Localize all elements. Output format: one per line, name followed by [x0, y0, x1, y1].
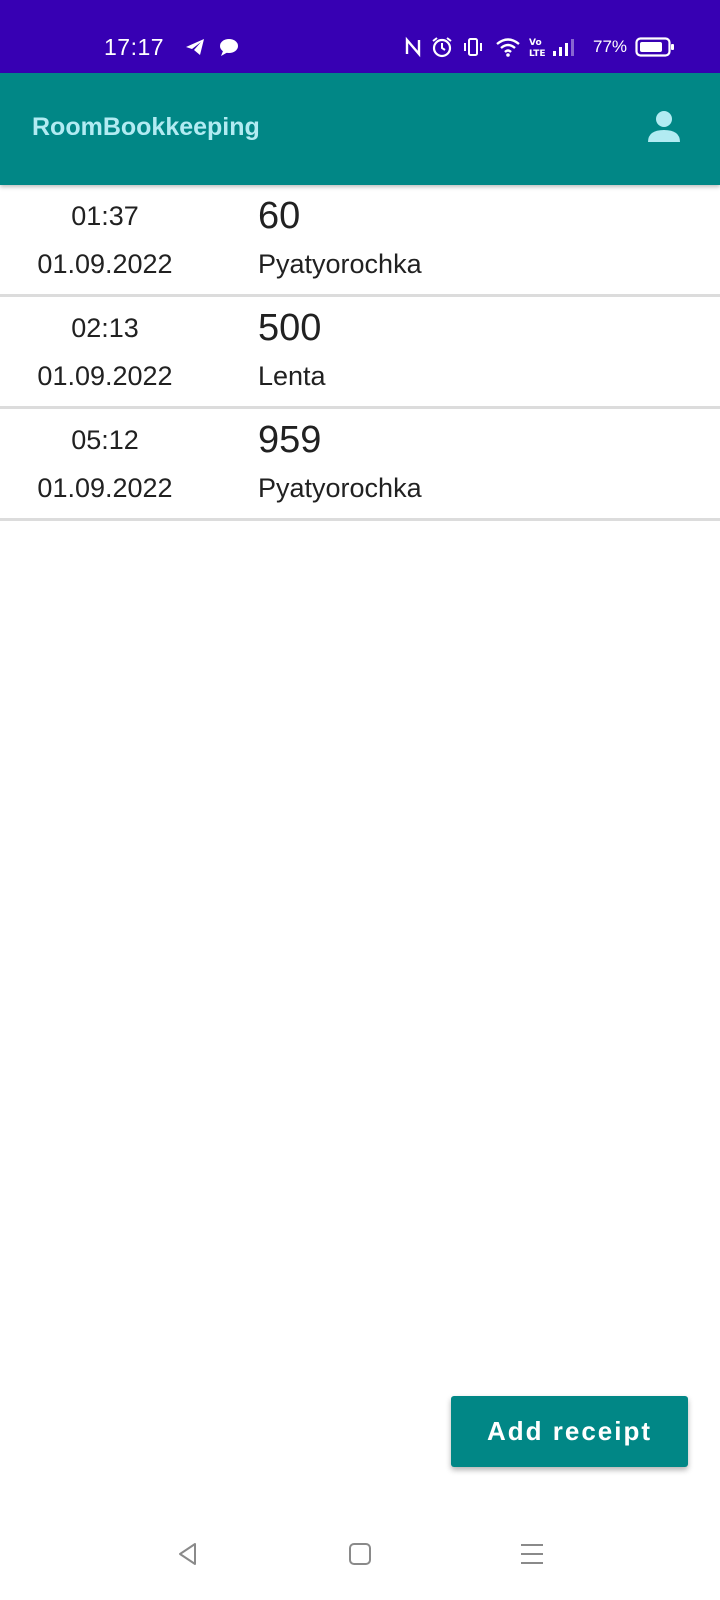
app-title: RoomBookkeeping	[32, 113, 260, 141]
signal-icon	[553, 39, 574, 56]
receipt-amount: 60	[258, 195, 301, 237]
volte-icon: Vo LTE	[529, 38, 546, 58]
nav-menu-button[interactable]	[510, 1532, 554, 1576]
receipt-store: Pyatyorochka	[258, 473, 422, 503]
receipt-store: Pyatyorochka	[258, 249, 422, 279]
nav-home-button[interactable]	[338, 1532, 382, 1576]
status-bar: 17:17 Vo LTE 77%	[0, 0, 720, 73]
receipt-amount: 959	[258, 419, 322, 461]
receipt-date: 01.09.2022	[37, 473, 173, 503]
navigation-bar	[0, 1510, 720, 1600]
receipt-date: 01.09.2022	[37, 361, 173, 391]
receipt-list: 01:37 01.09.2022 60 Pyatyorochka 02:13 0…	[0, 185, 720, 521]
svg-text:Vo: Vo	[529, 38, 542, 48]
receipt-time: 02:13	[71, 313, 139, 343]
receipt-amount: 500	[258, 307, 322, 349]
battery-icon	[635, 37, 674, 57]
account-icon	[648, 111, 680, 142]
menu-lines-icon	[521, 1544, 543, 1564]
back-triangle-icon	[179, 1543, 196, 1565]
status-time: 17:17	[104, 34, 165, 60]
add-receipt-button[interactable]: Add receipt	[451, 1396, 688, 1467]
home-square-icon	[349, 1543, 371, 1565]
wifi-icon	[496, 38, 520, 57]
nfc-icon	[405, 36, 421, 58]
account-button[interactable]	[640, 103, 688, 151]
receipt-time: 01:37	[71, 201, 139, 231]
nav-back-button[interactable]	[166, 1532, 210, 1576]
receipt-time: 05:12	[71, 425, 139, 455]
receipt-row[interactable]: 05:12 01.09.2022 959 Pyatyorochka	[0, 409, 720, 521]
alarm-icon	[432, 37, 452, 58]
receipt-date: 01.09.2022	[37, 249, 173, 279]
receipt-row[interactable]: 01:37 01.09.2022 60 Pyatyorochka	[0, 185, 720, 297]
receipt-store: Lenta	[258, 361, 326, 391]
chat-bubble-icon	[220, 39, 238, 56]
app-bar: RoomBookkeeping	[0, 73, 720, 185]
vibrate-icon	[464, 38, 482, 56]
telegram-icon	[186, 39, 204, 55]
svg-text:LTE: LTE	[529, 49, 546, 58]
battery-percent: 77%	[593, 37, 628, 56]
receipt-row[interactable]: 02:13 01.09.2022 500 Lenta	[0, 297, 720, 409]
